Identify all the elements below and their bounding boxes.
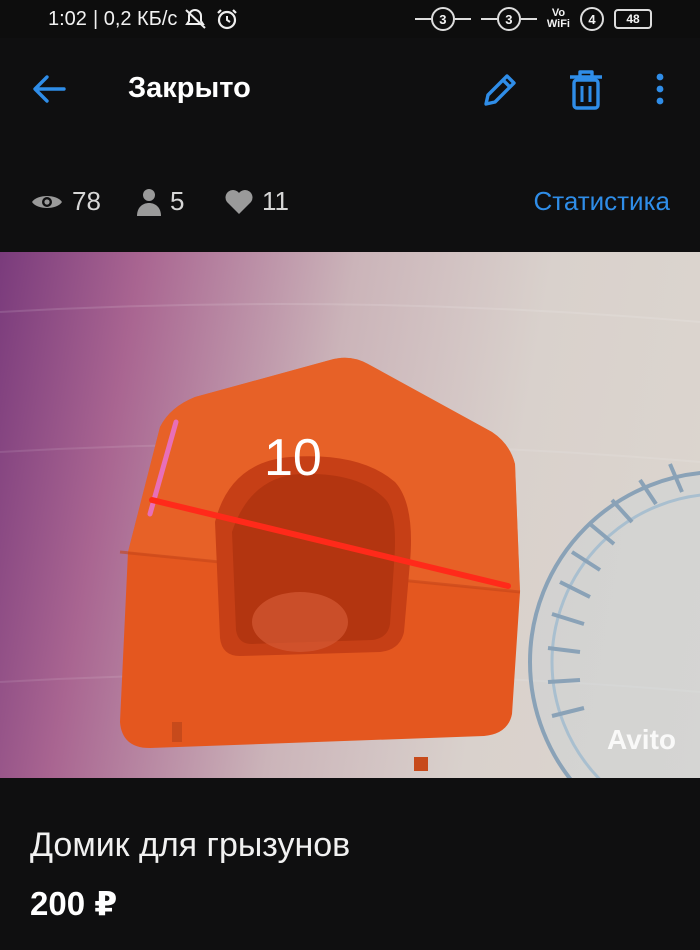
alarm-icon	[217, 9, 238, 30]
battery-indicator: 48	[614, 9, 652, 29]
contacts-stat: 5	[136, 186, 184, 217]
person-icon	[137, 188, 161, 216]
pencil-icon[interactable]	[478, 68, 522, 112]
views-stat: 78	[30, 186, 101, 217]
favorites-count: 11	[262, 186, 289, 216]
wifi-indicator: Vo WiFi	[546, 7, 570, 30]
page-title: Закрыто	[128, 72, 251, 104]
eye-icon	[32, 195, 62, 208]
top-app-bar: Закрыто	[0, 38, 700, 142]
signal-indicator: 4	[580, 7, 604, 31]
arrow-left-icon[interactable]	[32, 74, 66, 104]
listing-price: 200 ₽	[30, 885, 118, 922]
status-bar: 1:02 | 0,2 КБ/с 3 3 Vo WiFi 4 48	[0, 0, 700, 38]
sim1-indicator: 3	[414, 7, 471, 31]
measurement-label: 10	[264, 429, 322, 487]
mute-icon	[185, 9, 207, 29]
more-vertical-icon[interactable]	[650, 68, 670, 112]
views-count: 78	[72, 186, 101, 216]
sim2-indicator: 3	[480, 7, 537, 31]
heart-icon	[225, 189, 253, 214]
status-speed: | 0,2 КБ/с	[92, 7, 178, 30]
favorites-stat: 11	[224, 186, 289, 217]
listing-stats: 78 5 11 Статистика	[0, 142, 700, 252]
product-image	[0, 303, 700, 778]
contacts-count: 5	[170, 186, 185, 216]
trash-icon[interactable]	[566, 68, 606, 112]
listing-title: Домик для грызунов	[30, 826, 351, 864]
status-time: 1:02	[48, 7, 87, 30]
listing-info: Домик для грызунов 200 ₽	[0, 778, 700, 950]
statistics-link[interactable]: Статистика	[533, 186, 670, 217]
avito-watermark: Avito	[607, 724, 676, 755]
listing-photo[interactable]: 10 Avito	[0, 252, 700, 778]
